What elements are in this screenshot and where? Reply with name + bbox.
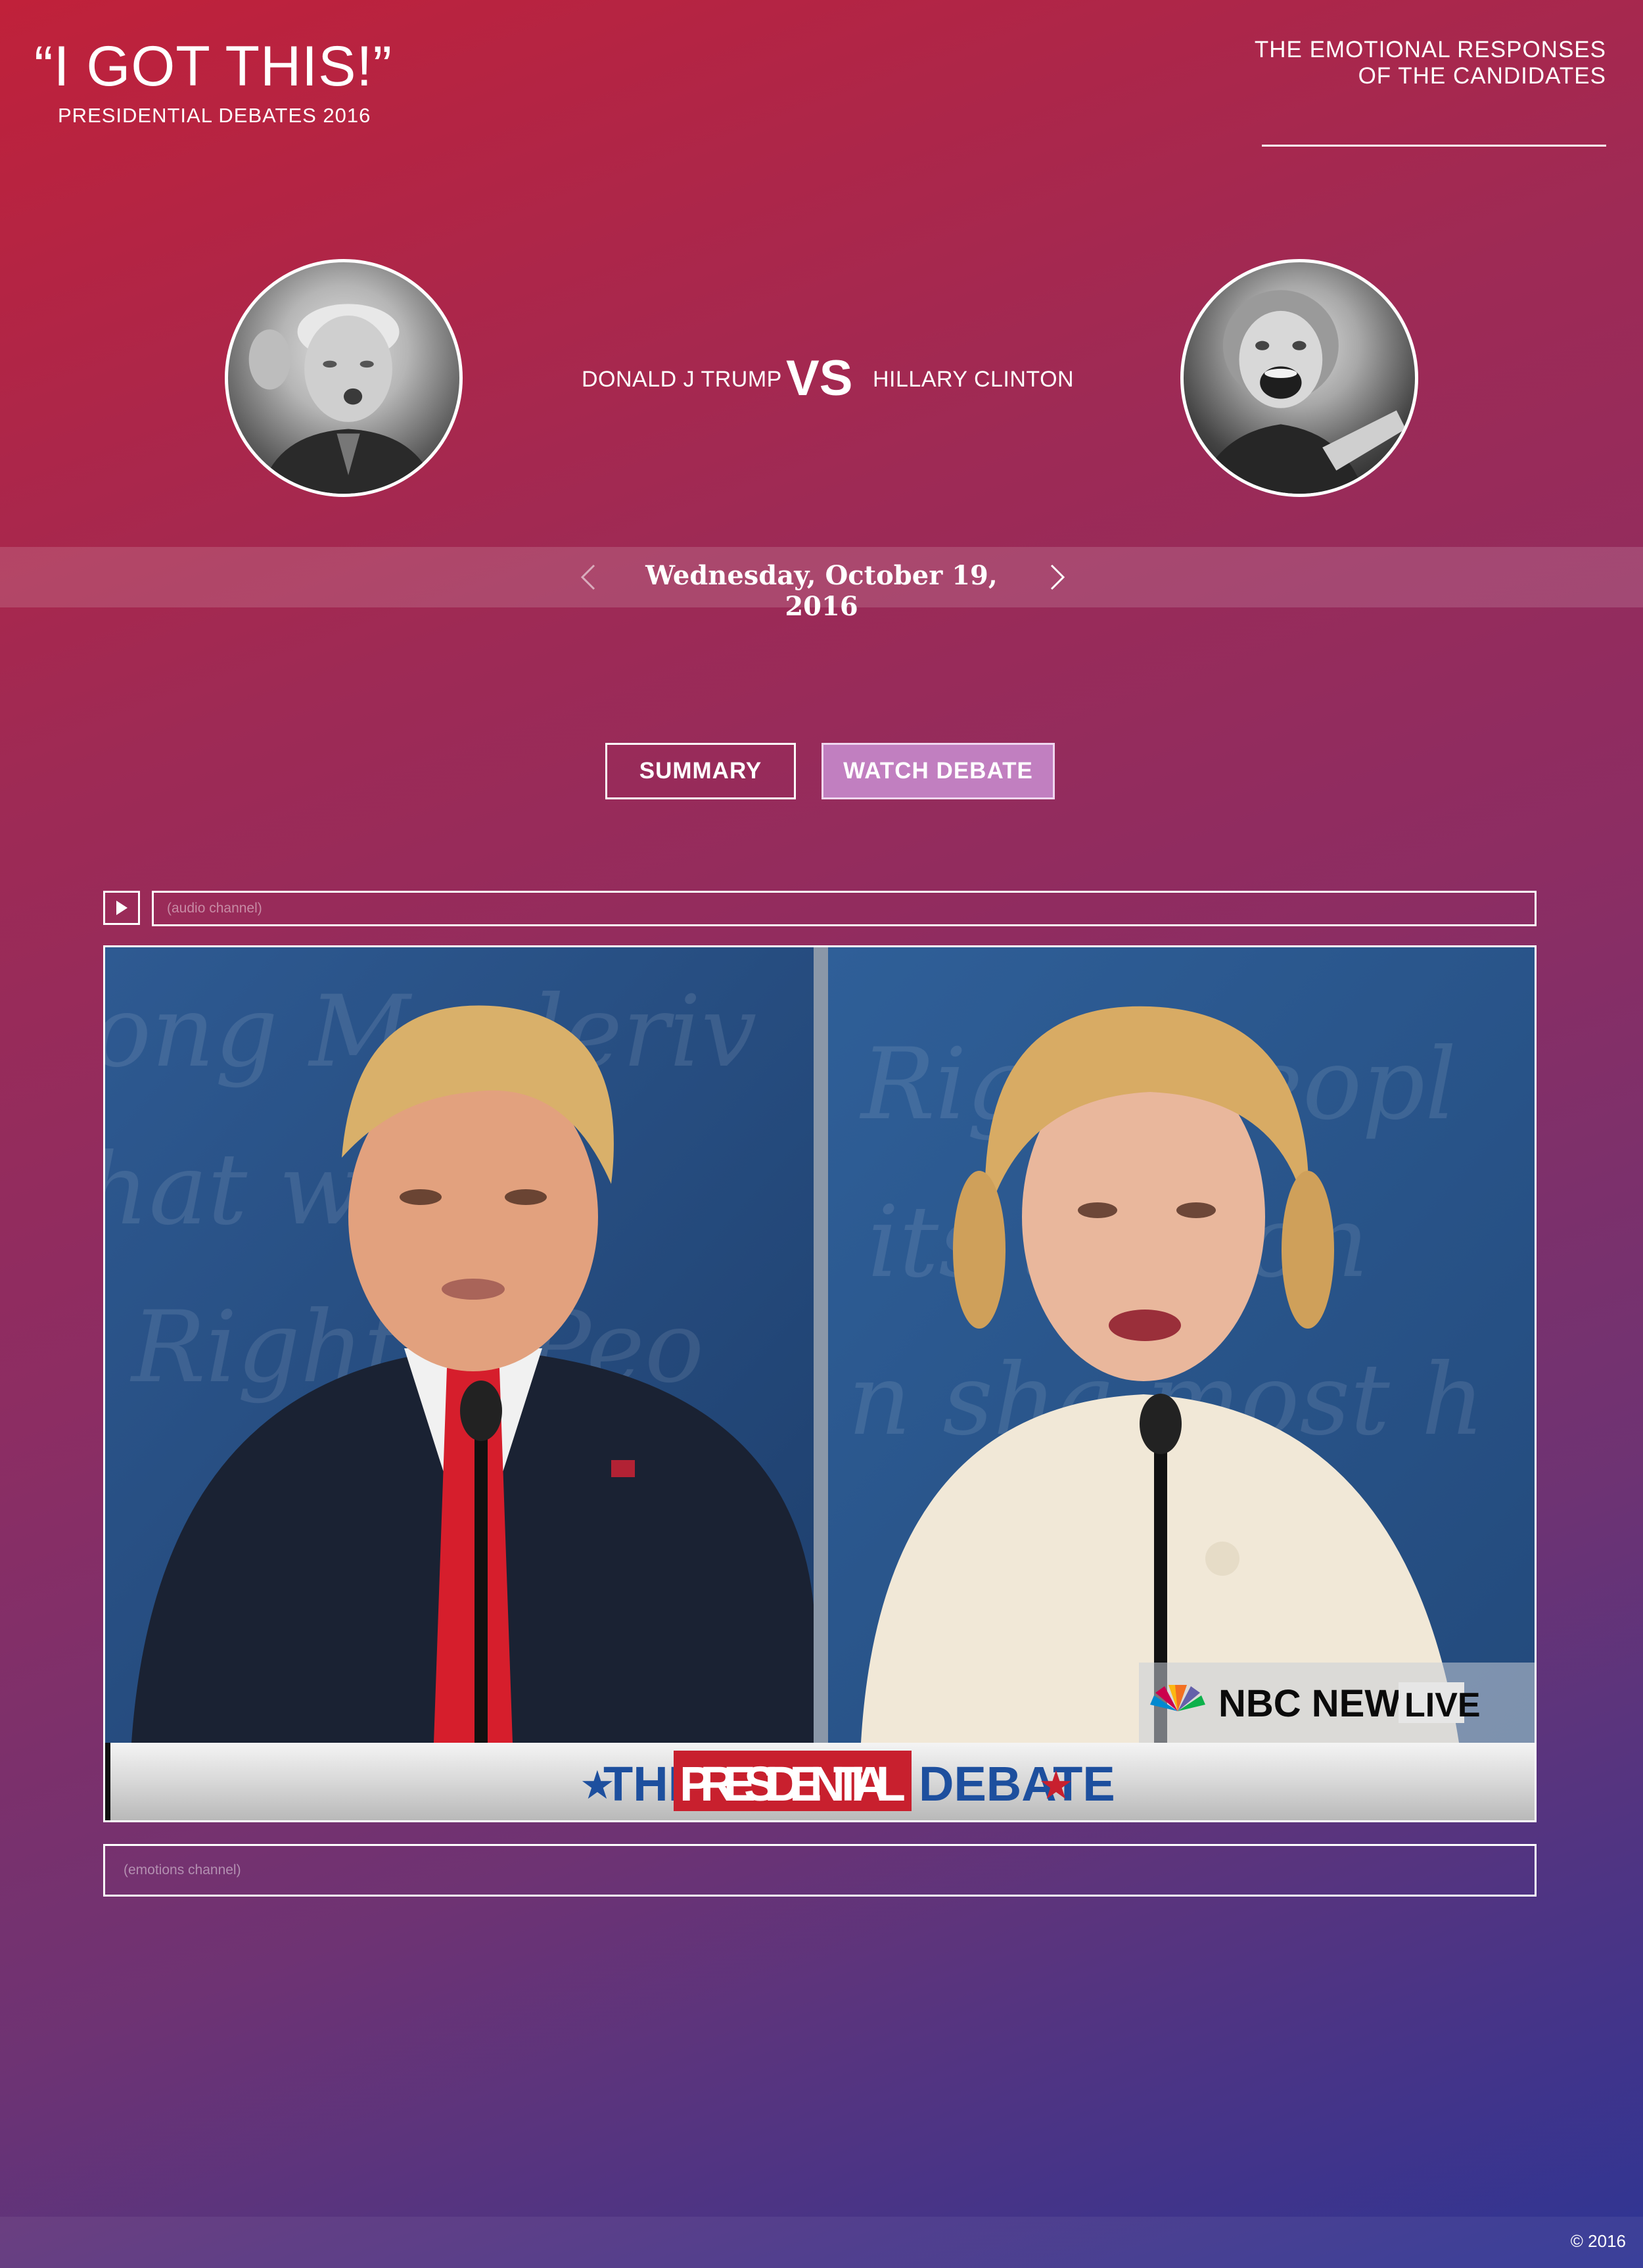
trump-portrait-image	[248, 304, 436, 494]
network-label: NBC NEWS	[1218, 1682, 1426, 1725]
tab-summary[interactable]: SUMMARY	[605, 743, 796, 799]
page-title: “I GOT THIS!”	[34, 35, 392, 98]
candidate-left-name: DONALD J TRUMP	[582, 367, 782, 392]
audio-channel[interactable]: (audio channel)	[152, 891, 1537, 926]
banner-presidential: PRESIDENTIAL	[680, 1757, 906, 1811]
emotions-channel[interactable]: (emotions channel)	[103, 1844, 1537, 1897]
play-icon	[116, 901, 127, 915]
clinton-portrait-image	[1197, 290, 1406, 494]
debate-video[interactable]: ong Mo deriv hat w any Right e Peo Rigl …	[103, 945, 1537, 1822]
live-label: LIVE	[1404, 1686, 1481, 1724]
banner-debate: DEBATE	[919, 1757, 1115, 1811]
date-label: Wednesday, October 19, 2016	[645, 560, 998, 622]
star-right-icon: ★	[1038, 1763, 1074, 1807]
tab-watch-debate[interactable]: WATCH DEBATE	[822, 743, 1055, 799]
chevron-left-icon[interactable]	[576, 563, 602, 592]
copyright: © 2016	[1570, 2231, 1626, 2251]
tagline: THE EMOTIONAL RESPONSES OF THE CANDIDATE…	[1146, 37, 1606, 147]
tagline-line-2: OF THE CANDIDATES	[1358, 63, 1606, 89]
emotions-channel-placeholder: (emotions channel)	[124, 1862, 241, 1878]
footer	[0, 2217, 1643, 2268]
clinton-portrait	[1180, 259, 1418, 497]
audio-channel-placeholder: (audio channel)	[167, 901, 262, 916]
debate-video-frame: ong Mo deriv hat w any Right e Peo Rigl …	[105, 947, 1535, 1820]
chevron-right-icon[interactable]	[1044, 563, 1070, 592]
versus-label: VS	[786, 350, 853, 406]
tagline-underline	[1262, 145, 1606, 147]
tagline-line-1: THE EMOTIONAL RESPONSES	[1254, 37, 1606, 62]
play-button[interactable]	[103, 891, 140, 925]
trump-portrait	[225, 259, 463, 497]
page-subtitle: PRESIDENTIAL DEBATES 2016	[58, 104, 371, 127]
candidate-right-name: HILLARY CLINTON	[873, 367, 1075, 392]
